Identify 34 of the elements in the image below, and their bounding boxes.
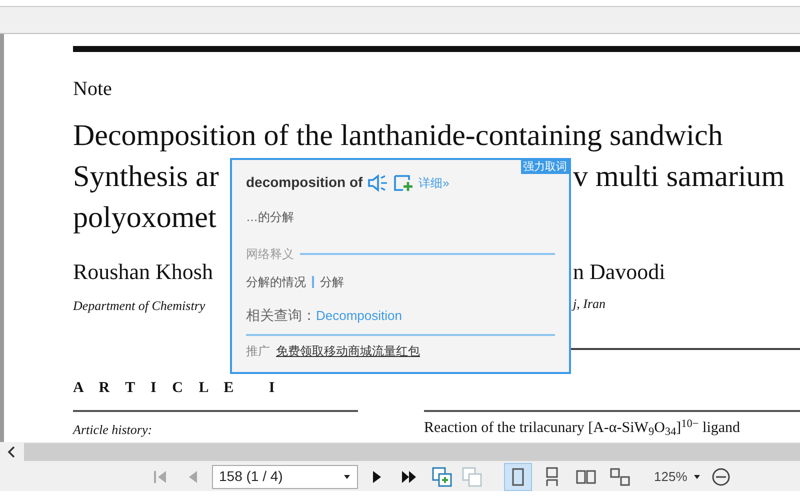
page-layout-button[interactable] (504, 462, 532, 491)
article-title: polyoxomet (73, 201, 216, 234)
pages-plus-icon (431, 466, 453, 488)
promo-label: 推广 (246, 343, 270, 360)
article-title: v multi samarium (573, 159, 785, 196)
zoom-dropdown[interactable]: 125% (650, 467, 706, 487)
popup-badge: 强力取词 (521, 160, 569, 174)
article-title: Decomposition of the lanthanide-containing sandwich (73, 119, 723, 152)
page-dropdown[interactable]: 158 (1 / 4) (212, 464, 358, 489)
translation-text: …的分解 (246, 210, 294, 224)
section-heading: A R T I C L E I (73, 380, 281, 396)
author-names: Roushan Khosh (73, 259, 213, 284)
affiliation-text: Department of Chemistry (73, 298, 206, 314)
article-title: Synthesis ar (73, 160, 219, 194)
page-layout-icon (609, 466, 631, 488)
promo-link[interactable]: 免费领取移动商城流量红包 (276, 342, 420, 360)
add-note-icon[interactable] (392, 174, 415, 192)
pages-icon (461, 466, 483, 488)
article-type-label: Note (73, 78, 112, 100)
headword: decomposition of (246, 173, 363, 192)
section-label: 网络释义 (246, 246, 294, 264)
history-label: Article history: (73, 422, 152, 438)
zoom-out-icon[interactable] (711, 466, 732, 487)
speaker-icon[interactable] (366, 174, 389, 192)
web-meaning: 分解的情况 (246, 274, 306, 292)
web-meaning: 分解 (320, 274, 344, 292)
caret-icon (343, 474, 351, 480)
abstract-text: Reaction of the trilacunary [A-α-SiW$_{9}$O$_{34}$]$^{10−}$ ligand (424, 420, 740, 436)
chevron-left-icon (7, 446, 17, 458)
scrollbar-thumb[interactable] (24, 443, 800, 462)
related-label: 相关查询： (246, 306, 316, 326)
affiliation-text: j, Iran (573, 295, 606, 314)
caret-icon (693, 474, 702, 480)
author-names: n Davoodi (573, 258, 666, 286)
